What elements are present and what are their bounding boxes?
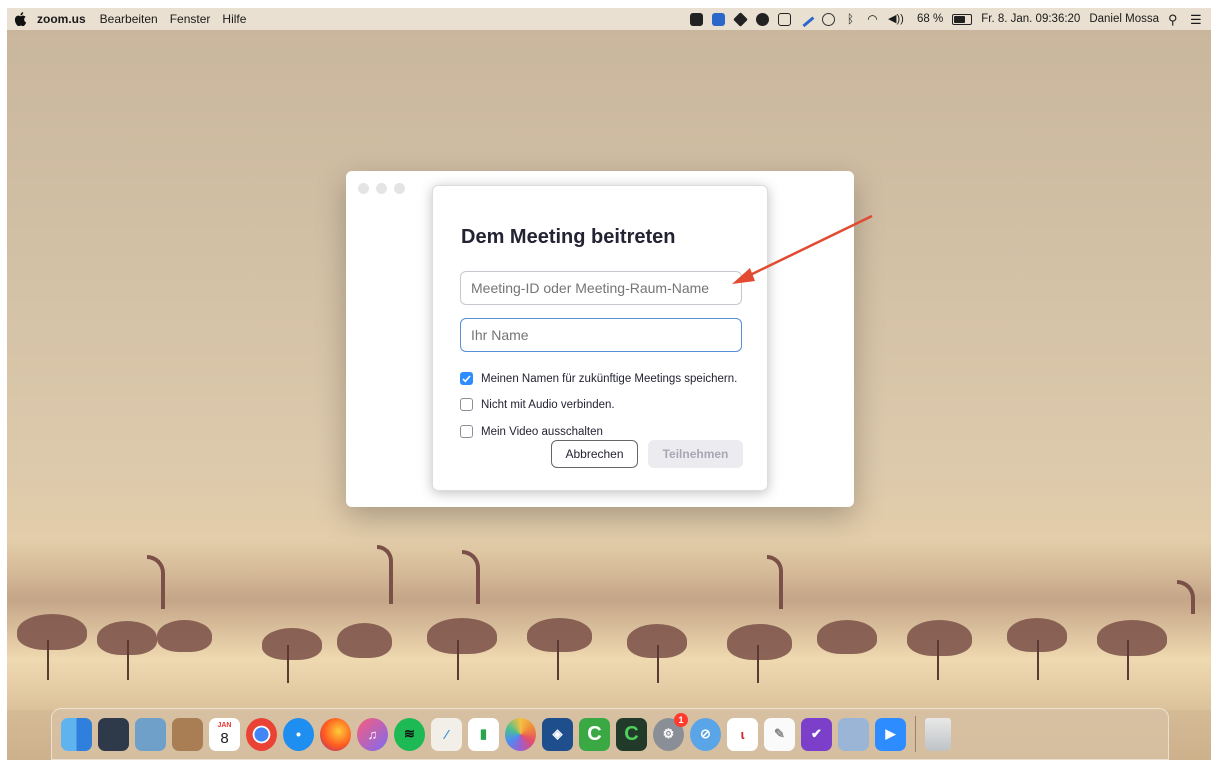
- spotlight-search-icon[interactable]: ⚲: [1168, 13, 1181, 26]
- status-tray: ᛒ ◠ ◀)) 68 % Fr. 8. Jan. 09:36:20 Daniel…: [690, 11, 1211, 27]
- dropbox-icon[interactable]: [733, 11, 748, 27]
- preview-icon[interactable]: [135, 717, 166, 751]
- window-controls: [358, 183, 405, 194]
- window-manager-icon[interactable]: [778, 12, 792, 26]
- annotation-arrow: [732, 214, 873, 284]
- user-name[interactable]: Daniel Mossa: [1089, 13, 1159, 25]
- screenshot-border-right: [1211, 0, 1218, 760]
- image-capture-icon[interactable]: [838, 717, 869, 751]
- no-audio-checkbox[interactable]: [460, 398, 473, 411]
- video-off-label: Mein Video ausschalten: [481, 425, 603, 438]
- tray-app-icon[interactable]: [690, 12, 704, 26]
- remember-name-label: Meinen Namen für zukünftige Meetings spe…: [481, 372, 738, 385]
- apple-icon[interactable]: [13, 12, 27, 26]
- close-button[interactable]: [358, 183, 369, 194]
- join-meeting-dialog: Dem Meeting beitreten Meinen Namen für z…: [432, 185, 768, 491]
- trash-icon[interactable]: [925, 717, 951, 751]
- photos-icon[interactable]: [505, 717, 536, 751]
- menu-edit[interactable]: Bearbeiten: [100, 12, 158, 26]
- remember-name-option[interactable]: Meinen Namen für zukünftige Meetings spe…: [460, 372, 737, 385]
- screenshot-border-top: [0, 0, 1218, 8]
- wifi-icon[interactable]: ◠: [866, 12, 879, 26]
- firefox-icon[interactable]: [320, 717, 351, 751]
- battery-icon[interactable]: [952, 13, 973, 25]
- blocker-app-icon[interactable]: ⊘: [690, 717, 721, 751]
- notification-center-icon[interactable]: ☰: [1190, 13, 1203, 26]
- wallpaper-flamingos: [7, 540, 1211, 710]
- no-audio-option[interactable]: Nicht mit Audio verbinden.: [460, 398, 615, 411]
- mission-control-icon[interactable]: [98, 717, 129, 751]
- pen-icon[interactable]: [798, 11, 815, 27]
- music-icon[interactable]: ♫: [357, 717, 388, 751]
- menu-app-name[interactable]: zoom.us: [37, 12, 86, 26]
- remember-name-checkbox[interactable]: [460, 372, 473, 385]
- name-input[interactable]: [460, 318, 742, 352]
- shield-icon[interactable]: [756, 12, 770, 26]
- calendar-month: JAN: [217, 721, 232, 729]
- dialog-title: Dem Meeting beitreten: [461, 226, 676, 248]
- time-machine-icon[interactable]: [822, 12, 836, 26]
- menu-bar: zoom.us Bearbeiten Fenster Hilfe ᛒ ◠ ◀))…: [7, 8, 1211, 30]
- menu-help[interactable]: Hilfe: [222, 12, 246, 26]
- minimize-button[interactable]: [376, 183, 387, 194]
- tray-gallery-icon[interactable]: [712, 12, 726, 26]
- safari-icon[interactable]: [283, 717, 314, 751]
- join-button[interactable]: Teilnehmen: [648, 440, 743, 468]
- acrobat-icon[interactable]: ɩ: [727, 717, 758, 751]
- menu-window[interactable]: Fenster: [170, 12, 211, 26]
- checkmark-icon: [462, 374, 471, 382]
- dock-separator: [915, 716, 916, 752]
- pen-app-icon[interactable]: ⁄: [431, 717, 462, 751]
- clock[interactable]: Fr. 8. Jan. 09:36:20: [981, 13, 1080, 25]
- finder-icon[interactable]: [61, 717, 92, 751]
- textedit-icon[interactable]: ✎: [764, 717, 795, 751]
- spotify-icon[interactable]: ≋: [394, 717, 425, 751]
- zoom-icon[interactable]: ▶: [875, 717, 906, 751]
- cancel-button[interactable]: Abbrechen: [551, 440, 638, 468]
- zoom-window-button[interactable]: [394, 183, 405, 194]
- notification-badge: 1: [674, 712, 688, 727]
- calendar-day: 8: [220, 729, 229, 747]
- dock: JAN 8 ♫ ≋ ⁄ ▮ ◈ C C ⚙ 1 ⊘ ɩ ✎ ✔ ▶: [51, 708, 1169, 760]
- contacts-icon[interactable]: [172, 717, 203, 751]
- video-off-checkbox[interactable]: [460, 425, 473, 438]
- omnifocus-icon[interactable]: ✔: [801, 717, 832, 751]
- bluetooth-icon[interactable]: ᛒ: [844, 12, 857, 26]
- virtualbox-icon[interactable]: ◈: [542, 717, 573, 751]
- camtasia-2-icon[interactable]: C: [616, 717, 647, 751]
- camtasia-icon[interactable]: C: [579, 717, 610, 751]
- battery-percent: 68 %: [917, 13, 944, 25]
- calendar-icon[interactable]: JAN 8: [209, 717, 240, 751]
- meeting-id-input[interactable]: [460, 271, 742, 305]
- volume-icon[interactable]: ◀)): [888, 13, 908, 26]
- system-preferences-icon[interactable]: ⚙ 1: [653, 712, 688, 751]
- numbers-icon[interactable]: ▮: [468, 717, 499, 751]
- chrome-icon[interactable]: [246, 717, 277, 751]
- video-off-option[interactable]: Mein Video ausschalten: [460, 425, 603, 438]
- no-audio-label: Nicht mit Audio verbinden.: [481, 398, 615, 411]
- screenshot-border-left: [0, 0, 7, 760]
